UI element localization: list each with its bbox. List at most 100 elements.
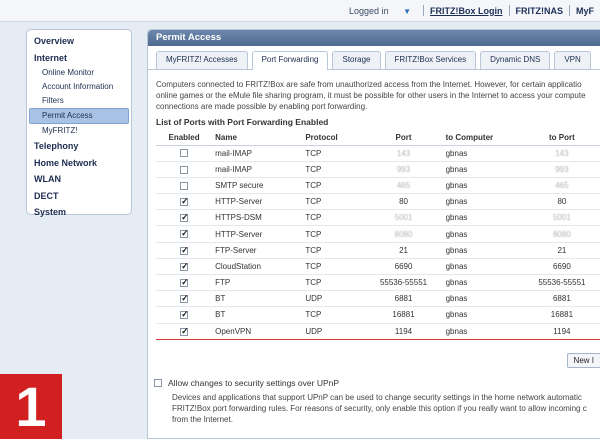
port-cell-text: 80 — [399, 197, 408, 207]
table-row: HTTP-Server TCP 80 gbnas 80 — [156, 193, 600, 211]
port-cell: 6881 — [364, 290, 443, 308]
to-port-cell: 16881 — [522, 306, 600, 324]
nav-wlan[interactable]: WLAN — [27, 171, 131, 188]
to-port-cell-text: 8080 — [552, 229, 571, 239]
intro-line: Computers connected to FRITZ!Box are saf… — [156, 80, 582, 89]
nav-myfritz[interactable]: MyFRITZ! — [27, 124, 131, 138]
nav-online-monitor[interactable]: Online Monitor — [27, 66, 131, 80]
enabled-checkbox[interactable] — [180, 245, 189, 256]
upnp-checkbox[interactable] — [154, 379, 162, 387]
to-port-cell: 55536-55551 — [522, 274, 600, 292]
nav-dect[interactable]: DECT — [27, 188, 131, 205]
tab-fritzbox-services[interactable]: FRITZ!Box Services — [384, 51, 477, 69]
upnp-desc-line: from the Internet. — [172, 415, 233, 424]
tab-storage[interactable]: Storage — [332, 51, 381, 69]
port-cell: 993 — [364, 161, 443, 178]
main-panel: Permit Access MyFRITZ! Accesses Port For… — [147, 29, 600, 439]
name-cell-text: BT — [215, 310, 226, 320]
name-cell: BT — [212, 306, 303, 324]
to-port-cell: 5001 — [522, 209, 600, 227]
enabled-checkbox[interactable] — [180, 326, 189, 337]
computer-cell-text: gbnas — [445, 261, 468, 271]
port-cell-text: 143 — [396, 148, 411, 158]
name-cell-text: OpenVPN — [215, 326, 252, 336]
fritznas-link[interactable]: FRITZ!NAS — [510, 6, 570, 16]
enabled-checkbox[interactable] — [180, 309, 189, 320]
nav-home-network[interactable]: Home Network — [27, 155, 131, 172]
col-enabled: Enabled — [156, 131, 213, 146]
new-port-forwarding-button[interactable]: New I — [566, 353, 600, 368]
to-port-cell-text: 80 — [557, 197, 567, 207]
port-cell: 8080 — [364, 225, 443, 243]
computer-cell: gbnas — [442, 306, 523, 324]
to-port-cell: 6690 — [522, 258, 600, 276]
chevron-down-icon: ▼ — [403, 6, 412, 16]
enabled-cell — [156, 306, 213, 324]
computer-cell: gbnas — [442, 290, 523, 308]
name-cell: FTP-Server — [212, 242, 303, 259]
myfritz-link[interactable]: MyF — [570, 6, 600, 16]
port-cell: 21 — [364, 242, 443, 259]
to-port-cell-text: 465 — [555, 180, 569, 190]
enabled-checkbox[interactable] — [180, 196, 189, 207]
logged-in-label: Logged in — [349, 5, 389, 16]
nav-account-information[interactable]: Account Information — [27, 80, 131, 94]
protocol-cell: TCP — [302, 209, 365, 227]
col-protocol: Protocol — [302, 131, 365, 146]
nav-overview[interactable]: Overview — [27, 33, 131, 50]
tab-dynamic-dns[interactable]: Dynamic DNS — [480, 51, 551, 69]
upnp-option: Allow changes to security settings over … — [154, 378, 339, 388]
enabled-checkbox[interactable] — [180, 212, 189, 223]
fritzbox-login-link[interactable]: FRITZ!Box Login — [424, 6, 508, 16]
name-cell-text: FTP-Server — [215, 245, 257, 255]
name-cell: mail-IMAP — [212, 145, 303, 162]
name-cell-text: mail-IMAP — [215, 148, 253, 158]
protocol-cell-text: TCP — [305, 245, 322, 255]
protocol-cell-text: UDP — [305, 326, 323, 336]
enabled-checkbox[interactable] — [180, 293, 189, 304]
port-cell-text: 465 — [396, 180, 411, 190]
to-port-cell-text: 6690 — [552, 261, 571, 271]
port-cell-text: 6881 — [394, 294, 413, 304]
table-row: FTP-Server TCP 21 gbnas 21 — [156, 242, 600, 259]
enabled-checkbox[interactable] — [180, 277, 189, 288]
to-port-cell: 80 — [522, 193, 600, 211]
nav-system[interactable]: System — [27, 204, 131, 221]
tab-vpn[interactable]: VPN — [554, 51, 591, 69]
to-port-cell-text: 16881 — [550, 310, 574, 320]
protocol-cell: UDP — [302, 323, 365, 340]
nav-permit-access[interactable]: Permit Access — [29, 108, 129, 124]
to-port-cell: 21 — [522, 242, 600, 259]
logged-in-menu[interactable]: Logged in ▼ — [337, 6, 423, 16]
name-cell: OpenVPN — [212, 323, 303, 340]
computer-cell: gbnas — [442, 209, 523, 227]
name-cell-text: HTTP-Server — [215, 197, 263, 207]
computer-cell-text: gbnas — [445, 245, 468, 255]
nav-telephony[interactable]: Telephony — [27, 138, 131, 155]
nav-internet[interactable]: Internet — [27, 50, 131, 67]
enabled-checkbox[interactable] — [180, 165, 189, 174]
name-cell: FTP — [212, 274, 303, 292]
enabled-cell — [156, 177, 213, 195]
nav-filters[interactable]: Filters — [27, 94, 131, 108]
name-cell-text: FTP — [215, 278, 231, 288]
computer-cell-text: gbnas — [445, 180, 468, 190]
computer-cell-text: gbnas — [445, 148, 468, 158]
upnp-description: Devices and applications that support UP… — [172, 392, 587, 425]
enabled-checkbox[interactable] — [180, 181, 189, 190]
table-row: mail-IMAP TCP 993 gbnas 993 — [156, 161, 600, 178]
intro-text: Computers connected to FRITZ!Box are saf… — [148, 70, 600, 112]
protocol-cell: TCP — [302, 177, 365, 195]
table-header-row: Enabled Name Protocol Port to Computer t… — [156, 131, 600, 146]
computer-cell-text: gbnas — [445, 310, 468, 320]
port-cell: 80 — [364, 193, 443, 211]
col-name: Name — [212, 131, 303, 146]
name-cell-text: BT — [215, 294, 226, 304]
table-row: CloudStation TCP 6690 gbnas 6690 — [156, 258, 600, 276]
enabled-checkbox[interactable] — [180, 261, 189, 272]
enabled-checkbox[interactable] — [180, 228, 189, 239]
tab-myfritz-accesses[interactable]: MyFRITZ! Accesses — [156, 51, 248, 69]
protocol-cell-text: TCP — [305, 278, 322, 288]
tab-port-forwarding[interactable]: Port Forwarding — [251, 51, 329, 70]
enabled-checkbox[interactable] — [180, 149, 189, 158]
